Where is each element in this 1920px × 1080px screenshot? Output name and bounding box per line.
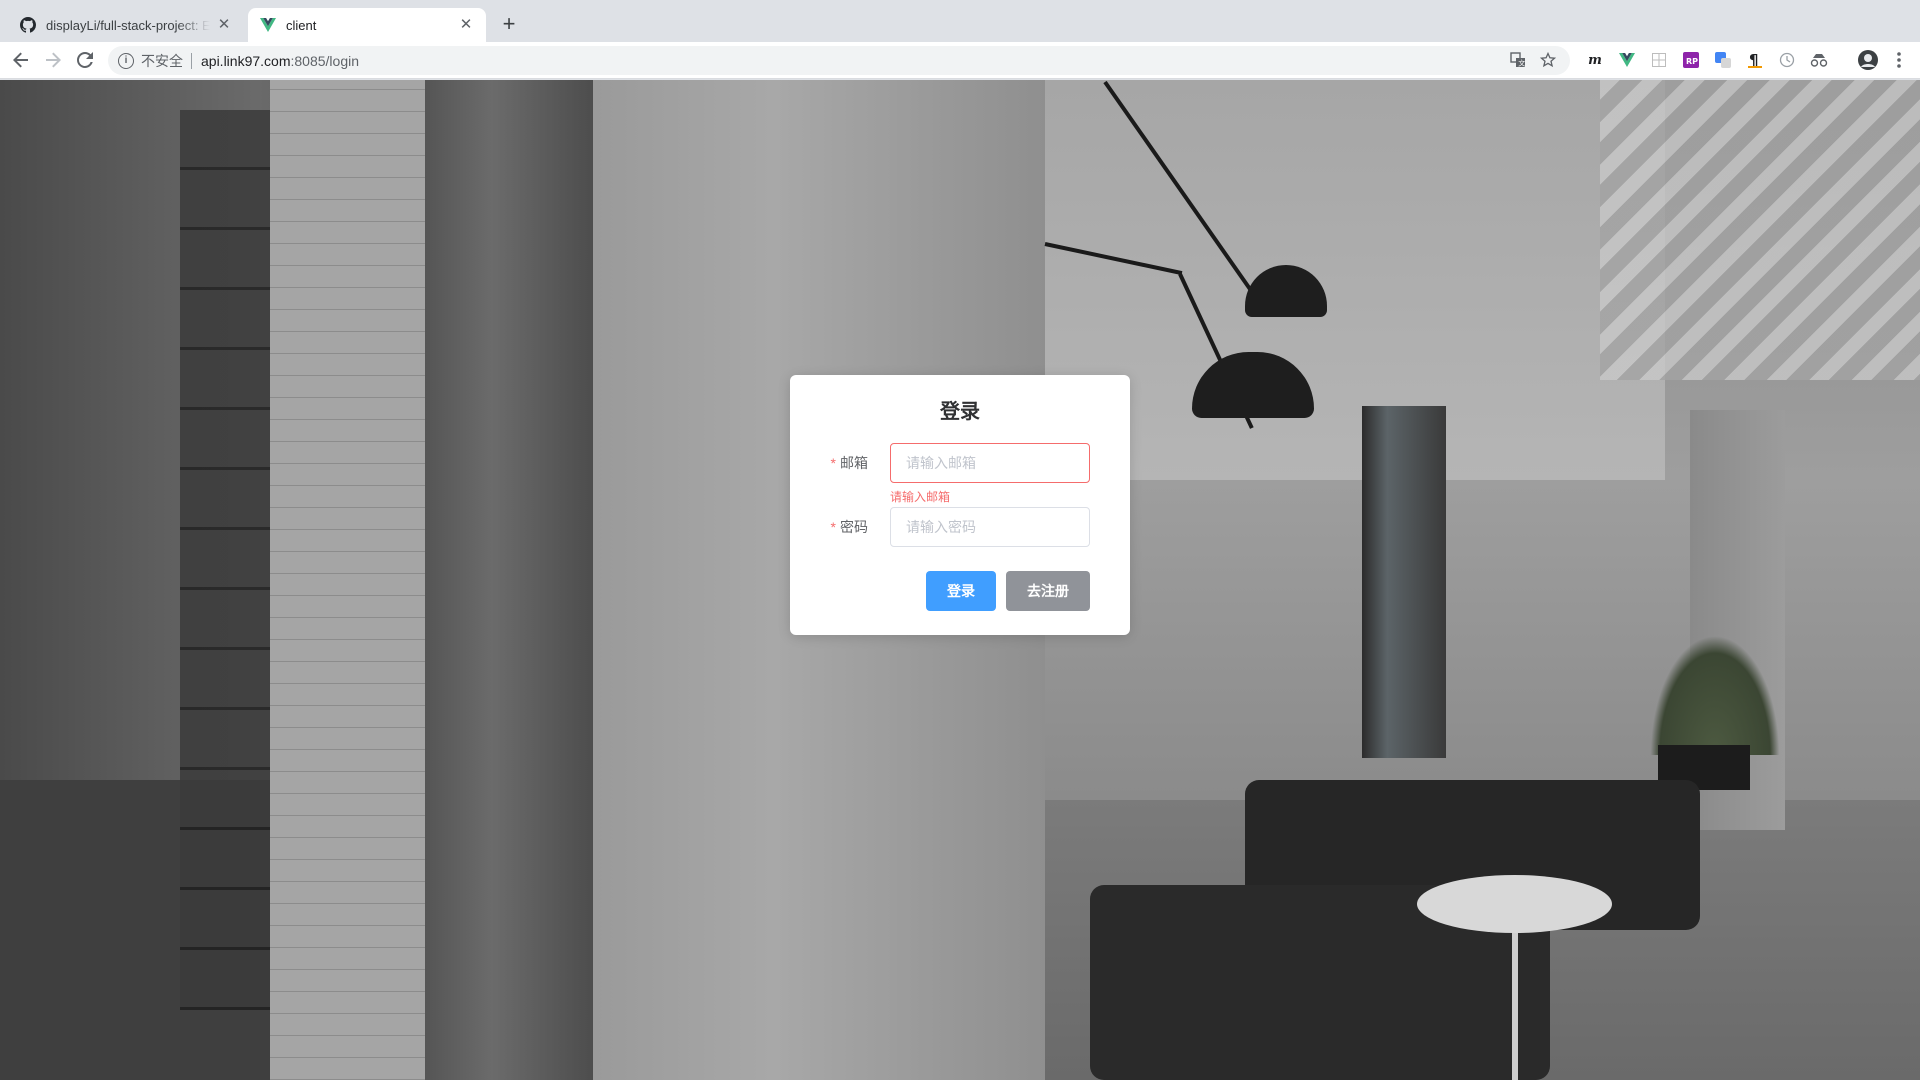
login-button[interactable]: 登录 [926,571,996,611]
close-icon[interactable]: ✕ [458,17,474,33]
avatar[interactable] [1858,50,1878,70]
back-icon[interactable] [10,49,32,71]
svg-text:¶: ¶ [1749,52,1759,68]
tab-github[interactable]: displayLi/full-stack-project: Ex ✕ [8,8,244,42]
required-mark: * [830,519,836,535]
extension-vue-icon[interactable] [1618,51,1636,69]
register-button[interactable]: 去注册 [1006,571,1090,611]
extension-incognito-icon[interactable] [1810,51,1828,69]
email-label-text: 邮箱 [840,455,868,471]
forward-icon[interactable] [42,49,64,71]
star-icon[interactable] [1539,51,1557,71]
extension-paragraph-icon[interactable]: ¶ [1746,51,1764,69]
extension-translate-icon[interactable] [1714,51,1732,69]
url-path: :8085/login [290,52,360,69]
tab-client[interactable]: client ✕ [248,8,486,42]
info-icon[interactable]: i [118,52,134,69]
login-card: 登录 *邮箱 请输入邮箱 *密码 登录 去注册 [790,375,1130,635]
password-label-text: 密码 [840,519,868,535]
reload-icon[interactable] [74,49,96,71]
password-input[interactable] [890,507,1090,547]
svg-text:RP: RP [1686,57,1698,66]
login-title: 登录 [940,401,980,423]
close-icon[interactable]: ✕ [216,17,232,33]
divider [191,52,192,69]
svg-text:文: 文 [1518,59,1525,68]
extension-m-icon[interactable]: m [1586,51,1604,69]
tab-strip: displayLi/full-stack-project: Ex ✕ clien… [0,0,1920,42]
email-row: * 邮箱 [790,443,1130,483]
extension-rp-icon[interactable]: RP [1682,51,1700,69]
security-label: 不安全 [141,52,183,69]
tab-title: client [286,17,317,33]
url-host: api.link97.com [201,52,291,69]
vue-icon [260,17,276,33]
email-input[interactable] [890,443,1090,483]
required-mark: * [830,455,836,471]
menu-icon[interactable] [1890,51,1908,69]
email-label: * 邮箱 [790,443,880,483]
password-row: * 密码 [790,507,1130,547]
tab-title: displayLi/full-stack-project: Ex [46,17,210,33]
new-tab-button[interactable]: + [498,13,520,36]
extension-grid-icon[interactable] [1650,51,1668,69]
address-bar[interactable]: i 不安全 api.link97.com :8085/login 文 [108,46,1570,75]
extension-clock-icon[interactable] [1778,51,1796,69]
github-icon [20,17,36,33]
password-label: * 密码 [790,507,880,547]
email-error: 请输入邮箱 [890,490,951,504]
translate-icon[interactable]: 文 [1510,52,1526,71]
